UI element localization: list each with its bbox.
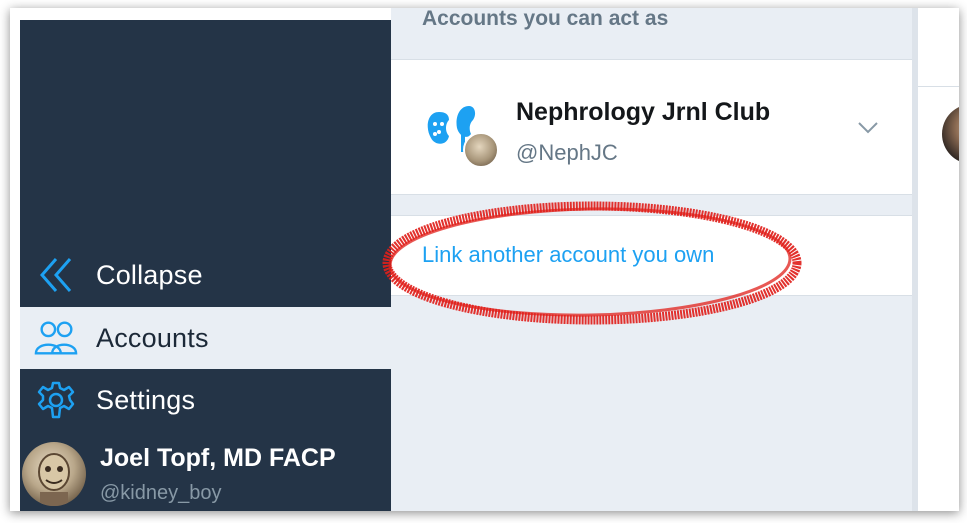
double-chevron-left-icon <box>34 253 78 297</box>
current-user-profile[interactable]: Joel Topf, MD FACP @kidney_boy <box>20 434 391 511</box>
accounts-label: Accounts <box>96 322 209 353</box>
sidebar: Collapse Accounts Settings Joel Topf, MD… <box>20 20 391 511</box>
gear-icon <box>34 378 78 422</box>
people-icon <box>34 316 78 360</box>
avatar <box>22 442 86 506</box>
right-column <box>912 8 959 511</box>
section-title: Accounts you can act as <box>422 8 669 30</box>
accounts-panel: Accounts you can act as Nephrology Jrnl … <box>391 8 912 511</box>
account-handle: @NephJC <box>516 140 618 165</box>
chevron-down-icon[interactable] <box>856 117 880 137</box>
screenshot-frame: Collapse Accounts Settings Joel Topf, MD… <box>10 8 959 511</box>
sidebar-item-accounts[interactable]: Accounts <box>20 307 391 369</box>
settings-label: Settings <box>96 384 196 415</box>
account-name: Nephrology Jrnl Club <box>516 98 771 126</box>
account-avatar <box>463 132 499 168</box>
account-row[interactable]: Nephrology Jrnl Club @NephJC <box>391 59 912 195</box>
user-display-name: Joel Topf, MD FACP <box>100 444 336 472</box>
user-handle: @kidney_boy <box>100 482 222 504</box>
collapse-button[interactable]: Collapse <box>20 244 391 306</box>
sidebar-item-settings[interactable]: Settings <box>20 369 391 431</box>
link-account-row: Link another account you own <box>391 215 912 296</box>
divider <box>918 86 959 87</box>
section-header: Accounts you can act as <box>391 8 912 58</box>
collapse-label: Collapse <box>96 259 203 290</box>
link-another-account-link[interactable]: Link another account you own <box>422 242 714 268</box>
avatar[interactable] <box>942 104 959 164</box>
